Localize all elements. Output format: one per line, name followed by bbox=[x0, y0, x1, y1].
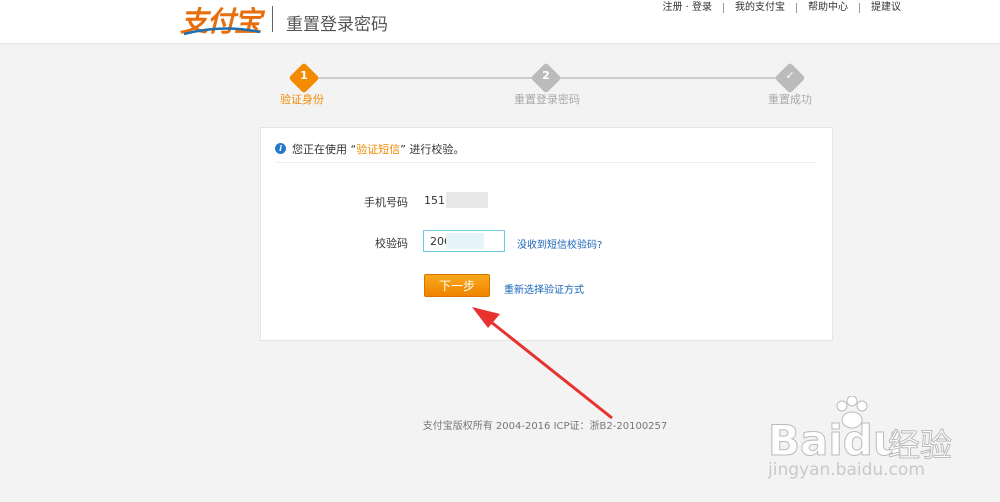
step-2-number: 2 bbox=[542, 69, 550, 82]
progress-steps: 1 验证身份 2 重置登录密码 ✓ 重置成功 bbox=[270, 62, 830, 110]
reselect-method-link[interactable]: 重新选择验证方式 bbox=[504, 281, 584, 296]
notice-highlight: 验证短信 bbox=[356, 143, 401, 156]
page-title: 重置登录密码 bbox=[286, 15, 388, 35]
code-redaction bbox=[446, 233, 484, 249]
step-connector bbox=[316, 77, 532, 79]
verification-notice: i 您正在使用 “ 验证短信 ” 进行校验。 bbox=[275, 141, 817, 163]
step-3-label: 重置成功 bbox=[768, 93, 812, 106]
info-icon: i bbox=[275, 143, 286, 154]
step-connector bbox=[558, 77, 778, 79]
verification-card: i 您正在使用 “ 验证短信 ” 进行校验。 手机号码 151 校验码 没收到短… bbox=[260, 127, 833, 341]
step-1-label: 验证身份 bbox=[280, 93, 324, 106]
watermark-url: jingyan.baidu.com bbox=[768, 460, 925, 480]
step-1-number: 1 bbox=[300, 69, 308, 82]
notice-prefix: 您正在使用 “ bbox=[292, 143, 357, 156]
logo-separator bbox=[272, 6, 273, 32]
top-links: 注册 · 登录 我的支付宝 帮助中心 提建议 bbox=[651, 3, 912, 13]
step-2-label: 重置登录密码 bbox=[514, 93, 580, 106]
no-sms-code-link[interactable]: 没收到短信校验码? bbox=[517, 236, 602, 251]
watermark-brand: Baidu bbox=[768, 416, 904, 466]
code-label: 校验码 bbox=[375, 237, 408, 250]
logo-swoosh-icon bbox=[183, 27, 261, 36]
my-alipay-link[interactable]: 我的支付宝 bbox=[723, 3, 796, 13]
alipay-logo[interactable]: 支付宝 bbox=[180, 2, 262, 38]
login-register-link[interactable]: 注册 · 登录 bbox=[651, 3, 723, 13]
phone-redaction bbox=[446, 192, 488, 208]
phone-label: 手机号码 bbox=[364, 196, 408, 209]
top-bar: 支付宝 重置登录密码 注册 · 登录 我的支付宝 帮助中心 提建议 bbox=[0, 0, 1000, 44]
check-icon: ✓ bbox=[785, 69, 795, 82]
feedback-link[interactable]: 提建议 bbox=[859, 3, 912, 13]
phone-value: 151 bbox=[424, 194, 445, 207]
help-center-link[interactable]: 帮助中心 bbox=[796, 3, 859, 13]
notice-suffix: ” 进行校验。 bbox=[400, 143, 465, 156]
next-step-button[interactable]: 下一步 bbox=[424, 274, 490, 297]
baidu-jingyan-watermark: Baidu 经验 jingyan.baidu.com bbox=[760, 396, 990, 496]
